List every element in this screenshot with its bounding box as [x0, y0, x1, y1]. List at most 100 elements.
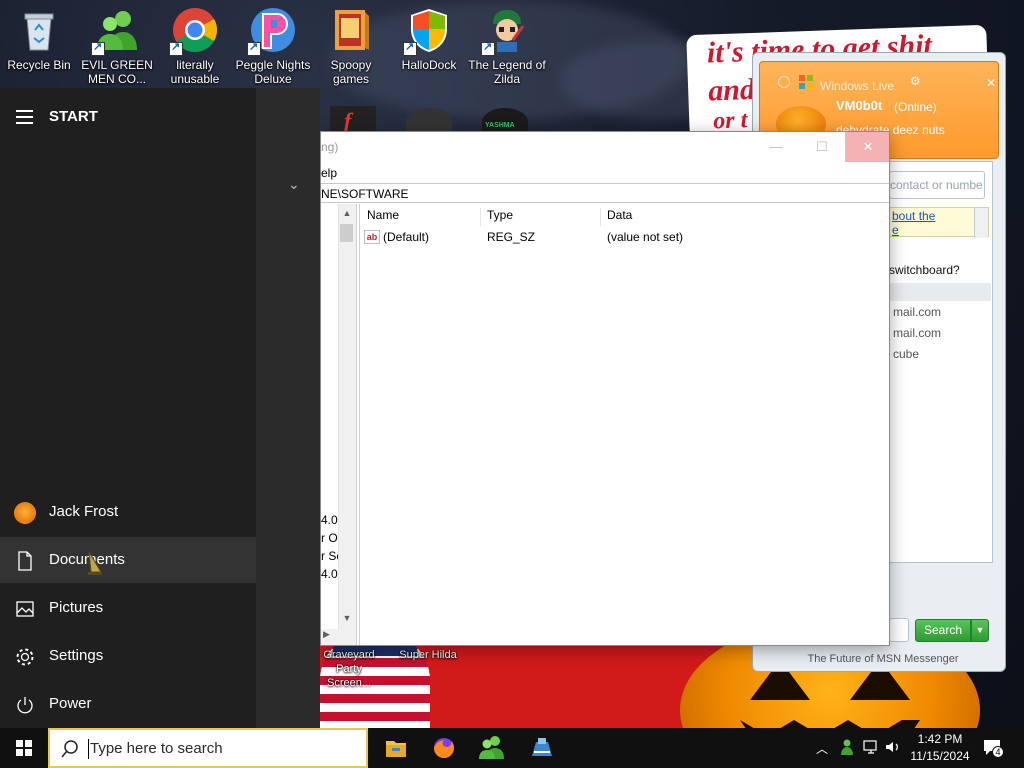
column-header-name[interactable]: Name: [361, 208, 481, 226]
document-icon: [14, 550, 36, 572]
msn-search-dropdown-icon[interactable]: ▼: [971, 619, 989, 642]
taskbar-file-explorer[interactable]: [372, 728, 420, 768]
contact-list-item[interactable]: mail.com: [893, 326, 941, 340]
tray-msn-status-icon[interactable]: [838, 738, 856, 768]
tree-vertical-scrollbar[interactable]: [338, 204, 356, 629]
start-item-label: Jack Frost: [49, 503, 119, 520]
maximize-button[interactable]: ☐: [799, 132, 845, 162]
address-bar[interactable]: NE\SOFTWARE: [321, 183, 889, 203]
firefox-icon: [434, 738, 454, 758]
green-men-icon: [91, 6, 141, 56]
close-button[interactable]: ✕: [845, 132, 889, 162]
show-hidden-icons-chevron-up-icon[interactable]: ︿: [816, 740, 828, 768]
scrollbar-thumb[interactable]: [340, 224, 353, 242]
flash-icon[interactable]: f: [330, 106, 376, 134]
network-icon[interactable]: [862, 739, 880, 768]
ad-scrollbar[interactable]: [974, 208, 988, 238]
pictures-icon: [14, 598, 36, 620]
desktop-icon-label: The Legend of Zilda: [468, 58, 546, 86]
user-avatar: [14, 502, 36, 524]
search-placeholder: Type here to search: [90, 740, 223, 757]
taskbar-clock[interactable]: 1:42 PM 11/15/2024: [904, 731, 976, 765]
recycle-bin-icon: [15, 6, 63, 54]
desktop-icon-label: Peggle Nights Deluxe: [235, 58, 311, 86]
msn-search-field[interactable]: contact or numbe: [889, 171, 985, 199]
value-data-cell: (value not set): [607, 230, 684, 244]
taskbar-dock-app[interactable]: [518, 728, 566, 768]
value-name-cell[interactable]: (Default): [383, 230, 429, 244]
taskbar-search-box[interactable]: Type here to search: [48, 728, 368, 768]
ad-link[interactable]: bout the: [892, 209, 935, 223]
registry-editor-window[interactable]: ng) — ☐ ✕ elp NE\SOFTWARE 4.0 r O r Sc 4…: [320, 131, 890, 646]
chevron-down-icon[interactable]: ⌄: [288, 176, 300, 193]
desktop-icon-spoopy-games[interactable]: Spoopy games: [312, 4, 390, 86]
desktop-icon-label: Recycle Bin: [7, 58, 71, 72]
tree-item-fragment[interactable]: 4.0: [321, 513, 338, 527]
scroll-down-icon[interactable]: ▼: [341, 613, 353, 627]
start-button[interactable]: [0, 728, 48, 768]
window-titlebar[interactable]: ng) — ☐ ✕: [321, 132, 889, 164]
desktop-icon-label: literally unusable: [170, 58, 220, 86]
desktop-icon-legend-of-zilda[interactable]: The Legend of Zilda: [468, 4, 546, 86]
shortcut-arrow-icon: [91, 40, 105, 56]
clock-time: 1:42 PM: [917, 732, 963, 746]
peggle-icon: [247, 6, 297, 56]
column-header-type[interactable]: Type: [481, 208, 601, 226]
msn-ad-banner[interactable]: bout the e: [889, 207, 989, 238]
column-header-data[interactable]: Data: [601, 208, 881, 226]
start-item-settings[interactable]: Settings: [0, 633, 256, 679]
start-item-power[interactable]: Power: [0, 681, 256, 727]
chrome-icon: [169, 6, 219, 56]
msn-bottom-search-input[interactable]: [889, 618, 909, 642]
msn-search-button[interactable]: Search: [915, 619, 971, 642]
desktop-icon-hallodock[interactable]: HalloDock: [390, 4, 468, 72]
toast-contact-status: (Online): [894, 100, 937, 114]
desktop-icon-literally-unusable[interactable]: literally unusable: [156, 4, 234, 86]
desktop-icon-label: Super Hilda: [399, 649, 457, 661]
gear-icon: [14, 646, 36, 668]
mouse-cursor-icon: [87, 551, 103, 578]
menu-help[interactable]: elp: [321, 166, 337, 180]
desktop-icon-recycle-bin[interactable]: Recycle Bin: [0, 4, 78, 72]
msn-settings-icon[interactable]: [778, 76, 790, 88]
start-menu[interactable]: START ⌄ Jack Frost Documents Pictures Se…: [0, 88, 320, 728]
desktop-icon-super-hilda[interactable]: Super Hilda: [392, 648, 464, 662]
taskbar-firefox[interactable]: [420, 728, 468, 768]
start-item-documents[interactable]: Documents: [0, 537, 256, 583]
value-type-cell: REG_SZ: [487, 230, 536, 244]
file-explorer-icon: [386, 741, 406, 757]
toast-title: Windows Live: [820, 79, 895, 93]
hamburger-menu-icon[interactable]: [16, 110, 33, 124]
msn-list-header: [889, 283, 991, 301]
scroll-up-icon[interactable]: ▲: [341, 208, 353, 222]
notification-count-badge: 4: [992, 746, 1004, 758]
minimize-button[interactable]: —: [753, 132, 799, 162]
desktop-icon-evil-green-men[interactable]: EVIL GREEN MEN CO...: [78, 4, 156, 86]
start-item-user-account[interactable]: Jack Frost: [0, 489, 256, 535]
meme-line: and: [707, 72, 756, 108]
shortcut-arrow-icon: [247, 40, 261, 56]
volume-icon[interactable]: [884, 739, 902, 768]
action-center-notification-icon[interactable]: 4: [982, 737, 1004, 768]
toast-options-icon[interactable]: ⚙: [910, 74, 921, 88]
pane-splitter[interactable]: [356, 204, 360, 645]
desktop-icon-label: EVIL GREEN MEN CO...: [81, 58, 153, 86]
ad-link[interactable]: e: [892, 223, 899, 237]
tree-item-fragment[interactable]: r O: [321, 531, 338, 545]
taskbar-msn[interactable]: [468, 728, 516, 768]
tree-horizontal-scrollbar[interactable]: ▶: [321, 629, 356, 645]
desktop-icon-peggle-nights[interactable]: Peggle Nights Deluxe: [234, 4, 312, 86]
desktop-icon-graveyard-party[interactable]: Graveyard Party Screen...: [314, 648, 384, 690]
contact-list-item[interactable]: mail.com: [893, 305, 941, 319]
msn-footer-text: The Future of MSN Messenger: [807, 653, 959, 665]
toast-close-icon[interactable]: ✕: [986, 76, 996, 90]
contact-list-item[interactable]: cube: [893, 347, 919, 361]
start-item-label: Pictures: [49, 599, 104, 616]
toast-contact-name: VM0b0t: [836, 98, 883, 113]
tree-item-fragment[interactable]: 4.0: [321, 567, 338, 581]
start-item-pictures[interactable]: Pictures: [0, 585, 256, 631]
windows-logo-icon: [16, 740, 32, 756]
desktop-icon-label: HalloDock: [401, 58, 457, 72]
clock-date: 11/15/2024: [910, 749, 970, 763]
string-value-icon: ab: [364, 230, 380, 244]
